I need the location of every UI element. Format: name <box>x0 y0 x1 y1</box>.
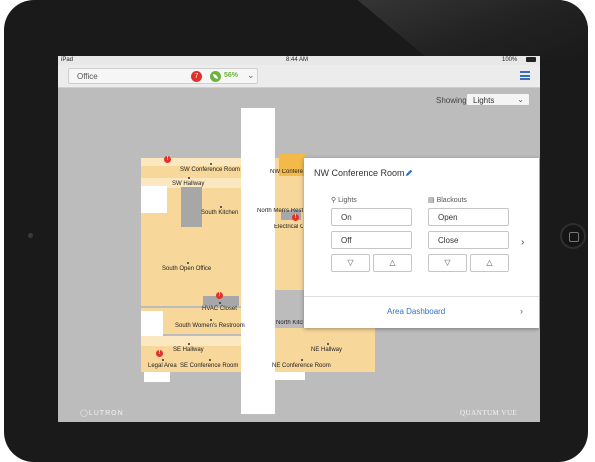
lights-lower-button[interactable]: ▽ <box>331 254 370 272</box>
product-logo: QUANTUM VUE <box>460 409 518 417</box>
room-label: SW Hallway <box>172 177 205 187</box>
front-camera <box>28 233 33 238</box>
gray-block <box>181 187 202 227</box>
room-label: Electrical Closet <box>274 224 303 230</box>
bulb-icon: ⚲ <box>331 197 337 204</box>
top-bar: Office 7 56% ⌄ <box>58 65 540 88</box>
brand-text: LUTRON <box>88 410 124 417</box>
white-block <box>275 372 305 380</box>
popup-title: NW Conference Room <box>314 168 405 178</box>
blackouts-lower-button[interactable]: ▽ <box>428 254 467 272</box>
lights-label: ⚲ Lights <box>331 196 357 204</box>
showing-selected-value: Lights <box>473 96 495 105</box>
blackouts-open-label: Open <box>438 213 458 222</box>
blackouts-open-button[interactable]: Open <box>428 208 509 226</box>
white-block <box>141 186 167 213</box>
room-label: South Kitchen <box>201 206 239 216</box>
room-label: NW Conference Room <box>270 169 303 175</box>
room-label: South Women's Restroom <box>175 319 245 329</box>
white-block <box>141 311 163 336</box>
room-label: HVAC Closet <box>202 302 237 312</box>
chevron-right-icon: › <box>520 306 523 316</box>
energy-savings-value: 56% <box>224 72 239 79</box>
alert-marker[interactable]: ! <box>292 214 299 221</box>
status-bar: iPad 8:44 AM 100% <box>58 56 540 65</box>
room-label: North Kitchen <box>276 320 303 326</box>
home-button[interactable] <box>560 223 586 249</box>
blackouts-label-text: Blackouts <box>436 197 467 204</box>
blackouts-close-button[interactable]: Close <box>428 231 509 249</box>
leaf-icon <box>210 71 221 82</box>
area-dashboard-link[interactable]: Area Dashboard › <box>304 297 539 328</box>
pencil-icon[interactable] <box>405 169 413 177</box>
showing-select[interactable]: Lights ⌄ <box>466 93 530 106</box>
lights-on-label: On <box>341 213 352 222</box>
alert-marker[interactable]: ! <box>156 350 163 357</box>
corridor <box>241 108 275 414</box>
room-label: Legal Area <box>148 359 177 369</box>
lights-on-button[interactable]: On <box>331 208 412 226</box>
lutron-logo: ◯LUTRON <box>80 410 124 417</box>
blackouts-close-label: Close <box>438 236 459 245</box>
location-label: Office <box>77 72 98 81</box>
chevron-down-icon: ⌄ <box>517 95 524 104</box>
white-block <box>144 372 170 382</box>
room-label: SW Conference Room <box>180 163 241 173</box>
room-label: South Open Office <box>162 262 212 272</box>
alert-count-badge[interactable]: 7 <box>191 71 202 82</box>
lights-label-text: Lights <box>338 197 357 204</box>
showing-label: Showing <box>436 96 467 105</box>
location-dropdown[interactable]: Office 7 56% ⌄ <box>68 68 258 84</box>
menu-icon[interactable] <box>520 71 530 80</box>
alert-marker[interactable]: ! <box>216 292 223 299</box>
alert-marker[interactable]: ! <box>164 156 171 163</box>
room-label: NE Hallway <box>311 343 343 353</box>
carrier-label: iPad <box>61 57 74 63</box>
top-hall-strip <box>141 158 241 166</box>
room-se-hallway[interactable] <box>141 336 241 346</box>
area-dashboard-label: Area Dashboard <box>387 307 446 316</box>
clock: 8:44 AM <box>286 57 309 63</box>
blackouts-label: ▤ Blackouts <box>428 196 467 204</box>
battery-label: 100% <box>502 57 518 63</box>
room-south-kitchen[interactable] <box>202 188 241 230</box>
room-label: NE Conference Room <box>272 359 331 369</box>
chevron-right-icon[interactable]: › <box>521 237 524 248</box>
lights-off-label: Off <box>341 236 352 245</box>
room-label: SE Hallway <box>173 343 204 353</box>
room-label: SE Conference Room <box>180 359 239 369</box>
room-control-popup: NW Conference Room ⚲ Lights ▤ Blackouts … <box>304 158 539 328</box>
lights-off-button[interactable]: Off <box>331 231 412 249</box>
battery-icon <box>526 57 536 62</box>
lights-raise-button[interactable]: △ <box>373 254 412 272</box>
app-screen: iPad 8:44 AM 100% Office 7 56% ⌄ Showing… <box>58 56 540 422</box>
chevron-down-icon: ⌄ <box>247 70 255 80</box>
blackouts-raise-button[interactable]: △ <box>470 254 509 272</box>
shade-icon: ▤ <box>428 197 435 204</box>
